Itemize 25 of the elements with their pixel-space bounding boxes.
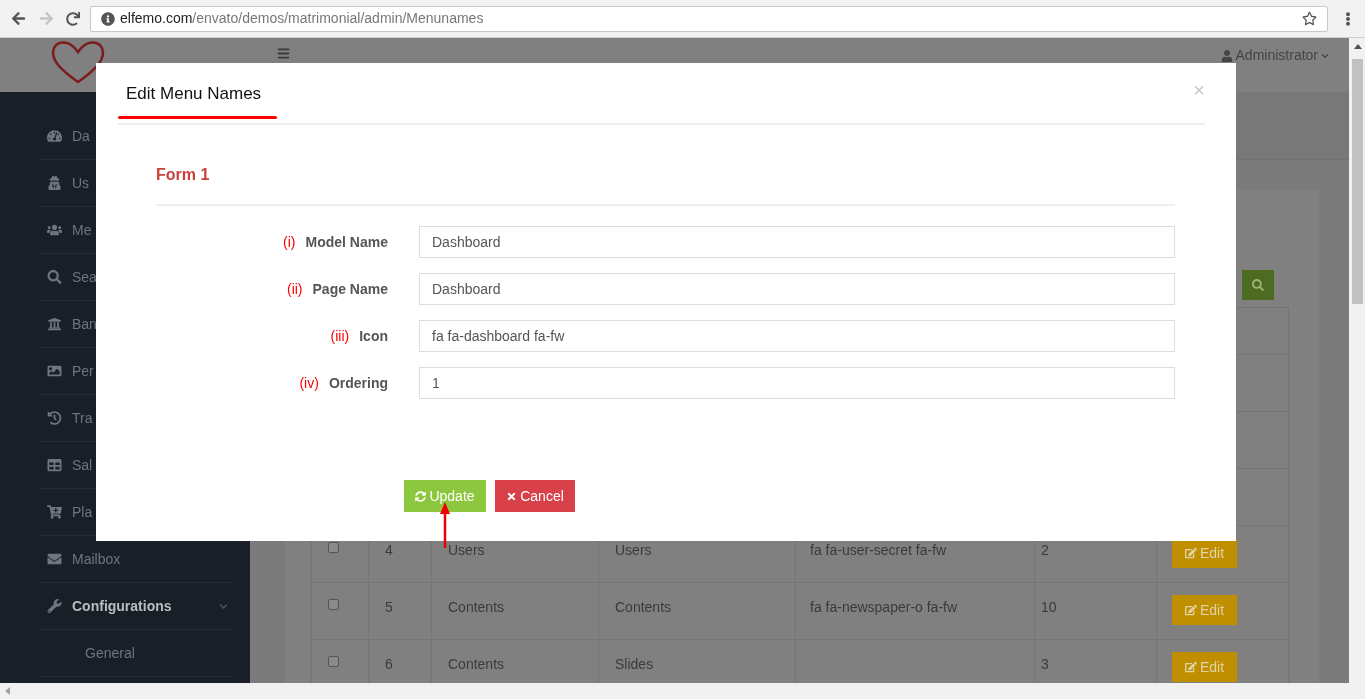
table-cell: 10 [1041, 599, 1057, 615]
section-title: Form 1 [156, 165, 211, 185]
url-text: elfemo.com/envato/demos/matrimonial/admin/Menunames [120, 9, 484, 28]
table-cell: 4 [385, 542, 393, 558]
table-cell: Contents [448, 656, 505, 672]
field-index: (i) [283, 232, 296, 252]
table-cell: Contents [448, 599, 505, 615]
table-cell: Users [615, 542, 652, 558]
field-label: Icon [359, 326, 388, 346]
field-index: (iv) [299, 373, 319, 393]
table-cell: fa fa-newspaper-o fa-fw [810, 599, 958, 615]
table-cell: Contents [615, 599, 672, 615]
table-cell: Users [448, 542, 485, 558]
field-label: Model Name [305, 232, 388, 252]
field-label: Page Name [312, 279, 388, 299]
table-cell: 6 [385, 656, 393, 672]
field-index: (ii) [286, 279, 303, 299]
table-cell: fa fa-user-secret fa-fw [810, 542, 947, 558]
table-cell: Slides [615, 656, 654, 672]
table-cell: 5 [385, 599, 393, 615]
table-cell: 2 [1041, 542, 1049, 558]
dialog-title: Edit Menu Names [125, 83, 263, 105]
field-label: Ordering [328, 373, 388, 393]
field-index: (iii) [330, 326, 350, 346]
table-cell: 3 [1041, 656, 1049, 672]
